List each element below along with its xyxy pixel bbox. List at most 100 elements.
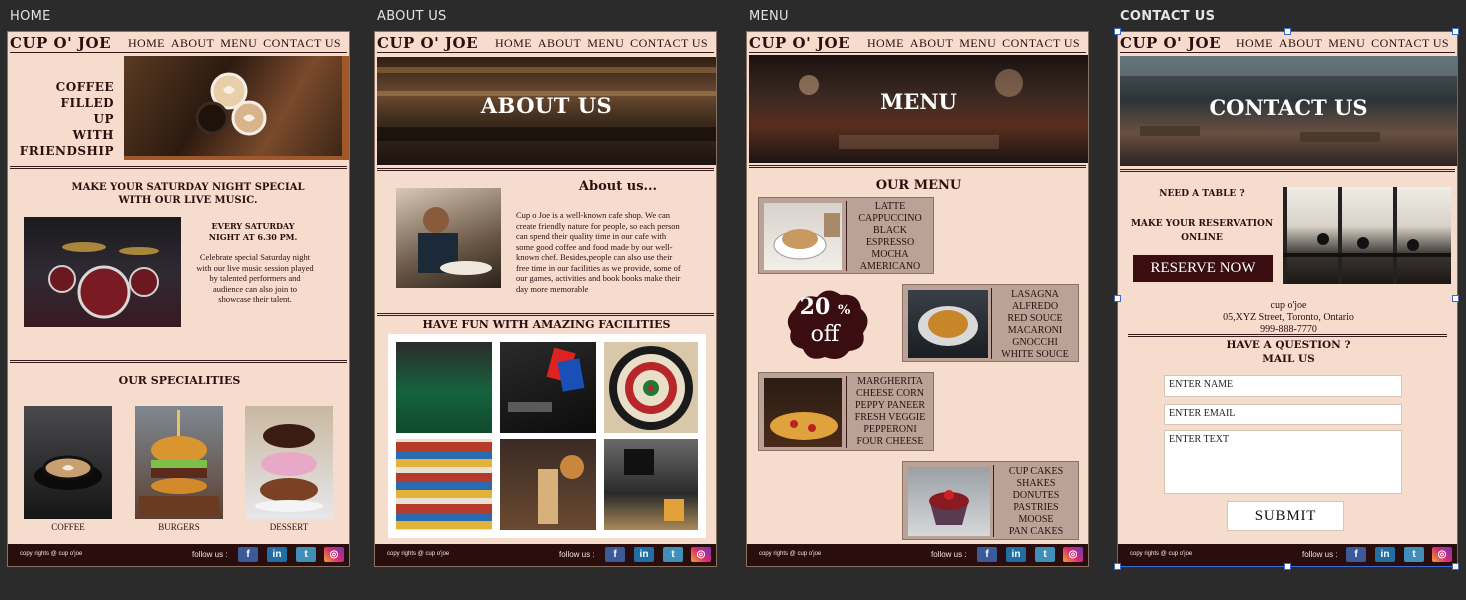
nav-menu[interactable]: MENU xyxy=(587,36,624,51)
selection-handle[interactable] xyxy=(1284,28,1291,35)
nav-home[interactable]: HOME xyxy=(128,36,165,51)
copyright-text: copy rights @ cup o'joe xyxy=(759,551,822,557)
frame-label-home[interactable]: HOME xyxy=(10,9,51,24)
facebook-icon[interactable]: f xyxy=(238,547,258,562)
menu-artboard[interactable]: CUP O' JOE HOME ABOUT MENU CONTACT US ME… xyxy=(746,31,1089,567)
speciality-label: COFFEE xyxy=(51,522,85,532)
header-divider xyxy=(377,52,714,54)
menu-item: PAN CAKES xyxy=(1008,526,1064,537)
linkedin-icon[interactable]: in xyxy=(1006,547,1026,562)
nav-home[interactable]: HOME xyxy=(867,36,904,51)
menu-item: PEPPERONI xyxy=(863,424,917,435)
discount-value: 20 % xyxy=(781,294,869,320)
nav-menu[interactable]: MENU xyxy=(1328,36,1365,51)
menu-item: CUP CAKES xyxy=(1008,466,1064,477)
cafe-interior-image xyxy=(604,439,698,530)
cafe-window-image xyxy=(1283,187,1451,284)
twitter-icon[interactable]: t xyxy=(1035,547,1055,562)
brand-logo[interactable]: CUP O' JOE xyxy=(377,34,478,52)
menu-item: MOCHA xyxy=(871,249,909,260)
site-header: CUP O' JOE HOME ABOUT MENU CONTACT US xyxy=(1118,32,1457,54)
instagram-icon[interactable]: ◎ xyxy=(324,547,344,562)
discount-unit: % xyxy=(837,303,851,318)
nav-menu: HOME ABOUT MENU CONTACT US xyxy=(495,36,708,51)
hero-line: FILLED xyxy=(60,96,114,110)
linkedin-icon[interactable]: in xyxy=(634,547,654,562)
nav-contact[interactable]: CONTACT US xyxy=(1002,36,1080,51)
nav-home[interactable]: HOME xyxy=(495,36,532,51)
nav-about[interactable]: ABOUT xyxy=(910,36,953,51)
frame-label-about[interactable]: ABOUT US xyxy=(377,9,447,24)
coffee-items: LATTE CAPPUCCINO BLACK ESPRESSO MOCHA AM… xyxy=(847,201,933,273)
hero-line: COFFEE xyxy=(55,80,114,94)
pasta-items: LASAGNA ALFREDO RED SOUCE MACARONI GNOCC… xyxy=(992,289,1078,361)
section-divider xyxy=(377,168,714,171)
menu-item: LATTE xyxy=(874,201,906,212)
hero-line: UP xyxy=(93,112,114,126)
facebook-icon[interactable]: f xyxy=(1346,547,1366,562)
twitter-icon[interactable]: t xyxy=(1404,547,1424,562)
nav-menu: HOME ABOUT MENU CONTACT US xyxy=(867,36,1080,51)
linkedin-icon[interactable]: in xyxy=(267,547,287,562)
site-footer: copy rights @ cup o'joe follow us : f in… xyxy=(375,544,716,566)
facebook-icon[interactable]: f xyxy=(977,547,997,562)
about-artboard[interactable]: CUP O' JOE HOME ABOUT MENU CONTACT US AB… xyxy=(374,31,717,567)
brand-logo[interactable]: CUP O' JOE xyxy=(10,34,111,52)
reserve-now-button[interactable]: RESERVE NOW xyxy=(1133,255,1273,282)
selection-handle[interactable] xyxy=(1114,28,1121,35)
nav-home[interactable]: HOME xyxy=(1236,36,1273,51)
pizza-items: MARGHERITA CHEESE CORN PEPPY PANEER FRES… xyxy=(847,376,933,448)
frame-label-menu[interactable]: MENU xyxy=(749,9,789,24)
brand-logo[interactable]: CUP O' JOE xyxy=(749,34,850,52)
section-divider xyxy=(10,360,347,363)
nav-about[interactable]: ABOUT xyxy=(171,36,214,51)
selection-handle[interactable] xyxy=(1114,295,1121,302)
menu-item: GNOCCHI xyxy=(1012,337,1058,348)
question-title: HAVE A QUESTION ? xyxy=(1226,339,1351,351)
selection-handle[interactable] xyxy=(1452,563,1459,570)
home-artboard[interactable]: CUP O' JOE HOME ABOUT MENU CONTACT US CO… xyxy=(7,31,350,567)
burger-image xyxy=(135,406,223,519)
twitter-icon[interactable]: t xyxy=(296,547,316,562)
nav-about[interactable]: ABOUT xyxy=(538,36,581,51)
cupcake-image xyxy=(908,467,990,536)
nav-menu[interactable]: MENU xyxy=(220,36,257,51)
name-field[interactable]: ENTER NAME xyxy=(1164,375,1402,397)
submit-button[interactable]: SUBMIT xyxy=(1227,501,1344,531)
instagram-icon[interactable]: ◎ xyxy=(1432,547,1452,562)
nav-contact[interactable]: CONTACT US xyxy=(1371,36,1449,51)
contact-artboard[interactable]: CUP O' JOE HOME ABOUT MENU CONTACT US CO… xyxy=(1117,31,1458,567)
nav-about[interactable]: ABOUT xyxy=(1279,36,1322,51)
uno-cards-image xyxy=(500,342,596,433)
need-table-text: NEED A TABLE ? xyxy=(1159,189,1245,199)
instagram-icon[interactable]: ◎ xyxy=(1063,547,1083,562)
menu-item: FRESH VEGGIE xyxy=(854,412,926,423)
selection-handle[interactable] xyxy=(1114,563,1121,570)
email-field[interactable]: ENTER EMAIL xyxy=(1164,404,1402,425)
nav-contact[interactable]: CONTACT US xyxy=(263,36,341,51)
brand-logo[interactable]: CUP O' JOE xyxy=(1120,34,1221,52)
chef-image xyxy=(396,188,501,288)
nav-menu: HOME ABOUT MENU CONTACT US xyxy=(1236,36,1449,51)
menu-item: WHITE SOUCE xyxy=(1001,349,1069,360)
billiards-image xyxy=(396,342,492,433)
frame-label-contact[interactable]: CONTACT US xyxy=(1120,9,1215,24)
nav-menu: HOME ABOUT MENU CONTACT US xyxy=(128,36,341,51)
linkedin-icon[interactable]: in xyxy=(1375,547,1395,562)
jenga-image xyxy=(500,439,596,530)
instagram-icon[interactable]: ◎ xyxy=(691,547,711,562)
selection-handle[interactable] xyxy=(1452,295,1459,302)
facebook-icon[interactable]: f xyxy=(605,547,625,562)
darts-board-image xyxy=(604,342,698,433)
coffee-menu-card: LATTE CAPPUCCINO BLACK ESPRESSO MOCHA AM… xyxy=(758,197,934,274)
nav-menu[interactable]: MENU xyxy=(959,36,996,51)
header-divider xyxy=(1120,52,1455,54)
selection-handle[interactable] xyxy=(1284,563,1291,570)
twitter-icon[interactable]: t xyxy=(663,547,683,562)
latte-image xyxy=(764,203,842,270)
about-heading: About us... xyxy=(578,179,658,194)
specialities-title: OUR SPECIALITIES xyxy=(118,374,241,387)
nav-contact[interactable]: CONTACT US xyxy=(630,36,708,51)
message-textarea[interactable]: ENTER TEXT xyxy=(1164,430,1402,494)
selection-handle[interactable] xyxy=(1452,28,1459,35)
